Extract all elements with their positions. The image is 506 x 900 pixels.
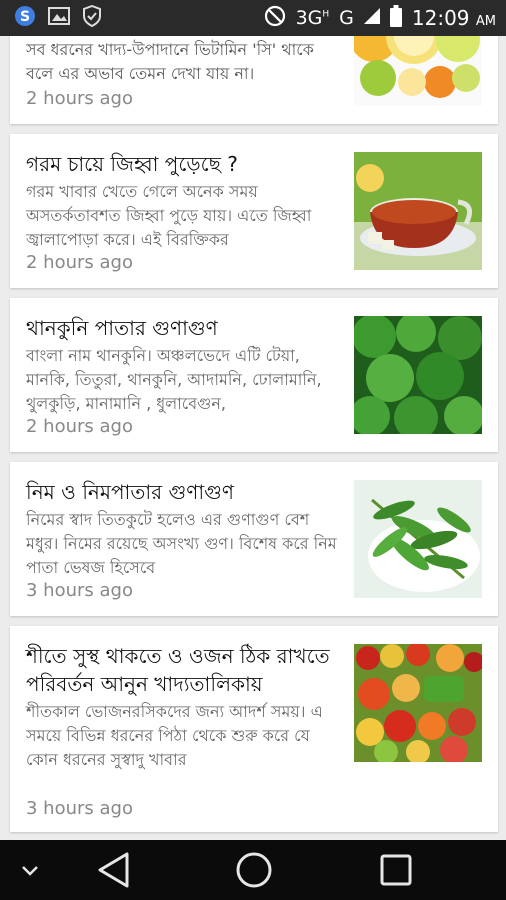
article-time: 2 hours ago [26,252,133,273]
battery-icon [389,4,402,32]
article-card[interactable]: শীতে সুস্থ থাকতে ও ওজন ঠিক রাখতে পরিবর্ত… [10,626,498,832]
article-snippet: গরম খাবার খেতে গেলে অনেক সময় অসতর্কতাবশ… [26,182,312,249]
image-icon [48,6,70,30]
vegetables-fruits-thumbnail[interactable] [354,644,482,762]
article-time: 2 hours ago [26,88,133,109]
article-card[interactable]: থানকুনি পাতার গুণাগুণ বাংলা নাম থানকুনি।… [10,298,498,452]
recents-icon[interactable] [366,840,426,900]
status-bar: S 3GH G 12:09 AM [0,0,506,36]
article-time: 3 hours ago [26,798,133,819]
article-time: 3 hours ago [26,580,133,601]
neem-leaves-thumbnail[interactable] [354,480,482,598]
collapse-chevron-icon[interactable] [10,840,50,900]
article-card[interactable]: সব ধরনের খাদ্য-উপাদানে ভিটামিন 'সি' থাকে… [10,36,498,124]
network-g-label: G [339,7,354,29]
signal-icon [363,7,380,29]
clock: 12:09 AM [411,6,496,30]
news-feed[interactable]: সব ধরনের খাদ্য-উপাদানে ভিটামিন 'সি' থাকে… [0,36,506,840]
citrus-fruits-thumbnail[interactable] [354,36,482,106]
article-snippet: সব ধরনের খাদ্য-উপাদানে ভিটামিন 'সি' থাকে… [26,40,314,83]
article-card[interactable]: গরম চায়ে জিহ্বা পুড়েছে ? গরম খাবার খেত… [10,134,498,288]
article-title[interactable]: গরম চায়ে জিহ্বা পুড়েছে ? [26,150,344,178]
shield-check-icon [82,4,102,31]
article-time: 2 hours ago [26,416,133,437]
article-card[interactable]: নিম ও নিমপাতার গুণাগুণ নিমের স্বাদ তিতকু… [10,462,498,616]
network-3g-label: 3GH [295,7,330,29]
do-not-disturb-icon [264,5,286,32]
sync-app-icon: S [14,5,36,31]
article-snippet: নিমের স্বাদ তিতকুটে হলেও এর গুণাগুণ বেশ … [26,510,337,577]
thankuni-leaves-thumbnail[interactable] [354,316,482,434]
article-title[interactable]: নিম ও নিমপাতার গুণাগুণ [26,478,344,506]
article-snippet: শীতকাল ভোজনরসিকদের জন্য আদর্শ সময়। এ সম… [26,702,323,769]
navigation-bar [0,840,506,900]
tea-cup-thumbnail[interactable] [354,152,482,270]
back-icon[interactable] [84,840,144,900]
article-title[interactable]: থানকুনি পাতার গুণাগুণ [26,314,344,342]
article-title[interactable]: শীতে সুস্থ থাকতে ও ওজন ঠিক রাখতে পরিবর্ত… [26,642,344,698]
article-snippet: বাংলা নাম থানকুনি। অঞ্চলভেদে এটি টেয়া, … [26,346,322,413]
svg-text:S: S [20,9,30,25]
home-icon[interactable] [224,840,284,900]
